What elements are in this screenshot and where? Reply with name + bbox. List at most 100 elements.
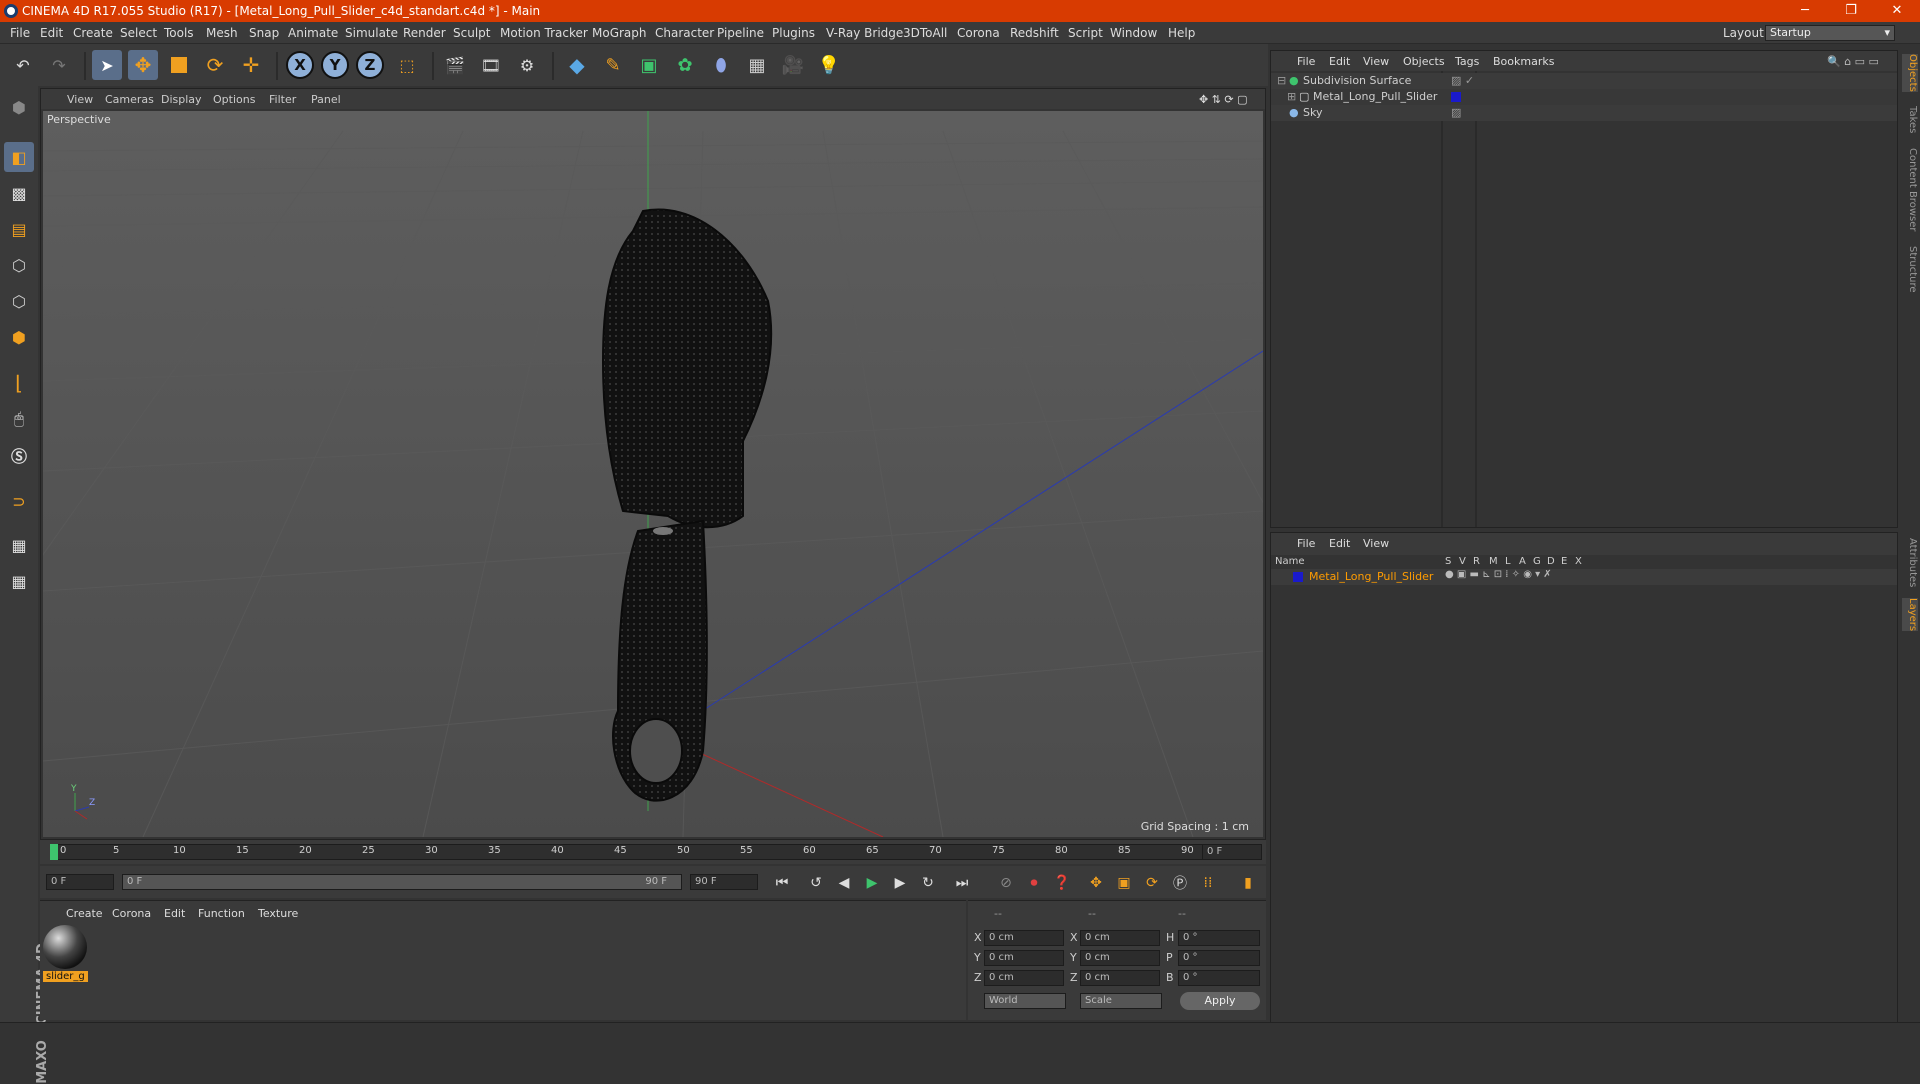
close-button[interactable]: ✕ [1874, 0, 1920, 22]
tab-objects[interactable]: Objects [1902, 54, 1918, 92]
menu-mograph[interactable]: MoGraph [592, 26, 647, 40]
subdivision-generator-icon[interactable]: ▣ [634, 50, 664, 80]
viewport-menu-cameras[interactable]: Cameras [105, 93, 154, 106]
redo-icon[interactable]: ↷ [44, 50, 74, 80]
rotation-h-field[interactable]: 0 ° [1178, 930, 1260, 946]
tab-attributes[interactable]: Attributes [1902, 538, 1918, 587]
menu-vray-bridge[interactable]: V-Ray Bridge [826, 26, 903, 40]
viewport-menu-filter[interactable]: Filter [269, 93, 296, 106]
material-name-label[interactable]: slider_g [43, 971, 88, 982]
object-menu-view[interactable]: View [1363, 55, 1389, 68]
tweak-mode-icon[interactable]: 🖱 [4, 404, 34, 434]
menu-file[interactable]: File [10, 26, 30, 40]
record-off-icon[interactable]: ⊘ [994, 871, 1018, 895]
material-menu-create[interactable]: Create [66, 907, 103, 920]
menu-create[interactable]: Create [73, 26, 113, 40]
layer-row[interactable]: Metal_Long_Pull_Slider ● ▣ ▬ ⊾ ⊡ ⁞ ✧ ◉ ▾… [1271, 569, 1897, 585]
position-x-field[interactable]: 0 cm [984, 930, 1064, 946]
coordinate-size-select[interactable]: Scale [1080, 993, 1162, 1009]
render-settings-icon[interactable]: ⚙ [512, 50, 542, 80]
maximize-button[interactable]: ❐ [1828, 0, 1874, 22]
workplane-mode-icon[interactable]: ▤ [4, 214, 34, 244]
timeline-window-icon[interactable]: ▮ [1236, 871, 1260, 895]
rotation-b-field[interactable]: 0 ° [1178, 970, 1260, 986]
layer-toggle-icons[interactable]: ● ▣ ▬ ⊾ ⊡ ⁞ ✧ ◉ ▾ ✗ [1445, 569, 1552, 580]
spline-pen-icon[interactable]: ✎ [598, 50, 628, 80]
preview-range-slider[interactable]: 0 F 90 F [122, 874, 682, 890]
make-editable-icon[interactable]: ⬢ [4, 92, 34, 122]
material-menu-edit[interactable]: Edit [164, 907, 185, 920]
menu-corona[interactable]: Corona [957, 26, 1000, 40]
menu-edit[interactable]: Edit [40, 26, 63, 40]
material-menu-corona[interactable]: Corona [112, 907, 151, 920]
object-manager-tools-icon[interactable]: 🔍 ⌂ ▭ ▭ [1827, 55, 1879, 68]
points-mode-icon[interactable]: ⬡ [4, 250, 34, 280]
layout-select[interactable]: Startup [1765, 25, 1895, 41]
camera-icon[interactable]: 🎥 [778, 50, 808, 80]
goto-start-icon[interactable]: ⏮ [770, 871, 794, 895]
start-frame-field[interactable]: 0 F [46, 874, 114, 890]
cloner-icon[interactable]: ✿ [670, 50, 700, 80]
position-z-field[interactable]: 0 cm [984, 970, 1064, 986]
menu-tools[interactable]: Tools [164, 26, 194, 40]
3d-viewport[interactable]: Y Z Perspective Grid Spacing : 1 cm [43, 111, 1263, 837]
model-mode-icon[interactable]: ◧ [4, 142, 34, 172]
z-axis-lock-button[interactable]: Z [356, 51, 384, 79]
next-key-icon[interactable]: ↻ [916, 871, 940, 895]
move-tool-icon[interactable]: ✥ [128, 50, 158, 80]
viewport-nav-icons[interactable]: ✥ ⇅ ⟳ ▢ [1199, 93, 1248, 106]
menu-pipeline[interactable]: Pipeline [717, 26, 764, 40]
viewport-menu-view[interactable]: View [67, 93, 93, 106]
previous-key-icon[interactable]: ↺ [804, 871, 828, 895]
select-tool-icon[interactable]: ➤ [92, 50, 122, 80]
x-axis-lock-button[interactable]: X [286, 51, 314, 79]
material-menu-texture[interactable]: Texture [258, 907, 298, 920]
scale-y-field[interactable]: 0 cm [1080, 950, 1160, 966]
record-active-icon[interactable]: ⏺ [1022, 871, 1046, 895]
material-menu-function[interactable]: Function [198, 907, 245, 920]
viewport-menu-options[interactable]: Options [213, 93, 255, 106]
menu-simulate[interactable]: Simulate [345, 26, 398, 40]
key-pla-icon[interactable]: ⁞⁞ [1196, 871, 1220, 895]
coordinate-mode-select[interactable]: World [984, 993, 1066, 1009]
previous-frame-icon[interactable]: ◀ [832, 871, 856, 895]
magnet-icon[interactable]: ⊃ [4, 486, 34, 516]
autokey-icon[interactable]: ❓ [1050, 871, 1074, 895]
play-icon[interactable]: ▶ [860, 871, 884, 895]
menu-select[interactable]: Select [120, 26, 157, 40]
lock-workplane-icon[interactable]: ▦ [4, 530, 34, 560]
menu-snap[interactable]: Snap [249, 26, 279, 40]
playhead[interactable] [50, 844, 58, 860]
layer-menu-file[interactable]: File [1297, 537, 1315, 550]
scale-z-field[interactable]: 0 cm [1080, 970, 1160, 986]
menu-window[interactable]: Window [1110, 26, 1157, 40]
undo-icon[interactable]: ↶ [8, 50, 38, 80]
key-scale-icon[interactable]: ▣ [1112, 871, 1136, 895]
timeline-ruler[interactable]: 0 5 10 15 20 25 30 35 40 45 50 55 60 65 … [40, 840, 1266, 864]
object-menu-bookmarks[interactable]: Bookmarks [1493, 55, 1554, 68]
key-rotation-icon[interactable]: ⟳ [1140, 871, 1164, 895]
menu-3dtoall[interactable]: 3DToAll [903, 26, 947, 40]
viewport-menu-display[interactable]: Display [161, 93, 202, 106]
deformer-icon[interactable]: ⬮ [706, 50, 736, 80]
edges-mode-icon[interactable]: ⬡ [4, 286, 34, 316]
menu-render[interactable]: Render [403, 26, 446, 40]
key-position-icon[interactable]: ✥ [1084, 871, 1108, 895]
object-menu-objects[interactable]: Objects [1403, 55, 1445, 68]
object-menu-edit[interactable]: Edit [1329, 55, 1350, 68]
object-row[interactable]: ● Sky ▨ [1271, 105, 1897, 121]
object-row[interactable]: ⊞ ▢ Metal_Long_Pull_Slider [1271, 89, 1897, 105]
polygons-mode-icon[interactable]: ⬢ [4, 322, 34, 352]
menu-animate[interactable]: Animate [288, 26, 338, 40]
light-icon[interactable]: 💡 [814, 50, 844, 80]
menu-redshift[interactable]: Redshift [1010, 26, 1059, 40]
material-swatch[interactable] [43, 925, 87, 969]
next-frame-icon[interactable]: ▶ [888, 871, 912, 895]
tab-structure[interactable]: Structure [1902, 246, 1918, 293]
scale-x-field[interactable]: 0 cm [1080, 930, 1160, 946]
menu-motion-tracker[interactable]: Motion Tracker [500, 26, 588, 40]
object-menu-file[interactable]: File [1297, 55, 1315, 68]
floor-icon[interactable]: ▦ [742, 50, 772, 80]
menu-plugins[interactable]: Plugins [772, 26, 815, 40]
tab-content-browser[interactable]: Content Browser [1902, 148, 1918, 231]
